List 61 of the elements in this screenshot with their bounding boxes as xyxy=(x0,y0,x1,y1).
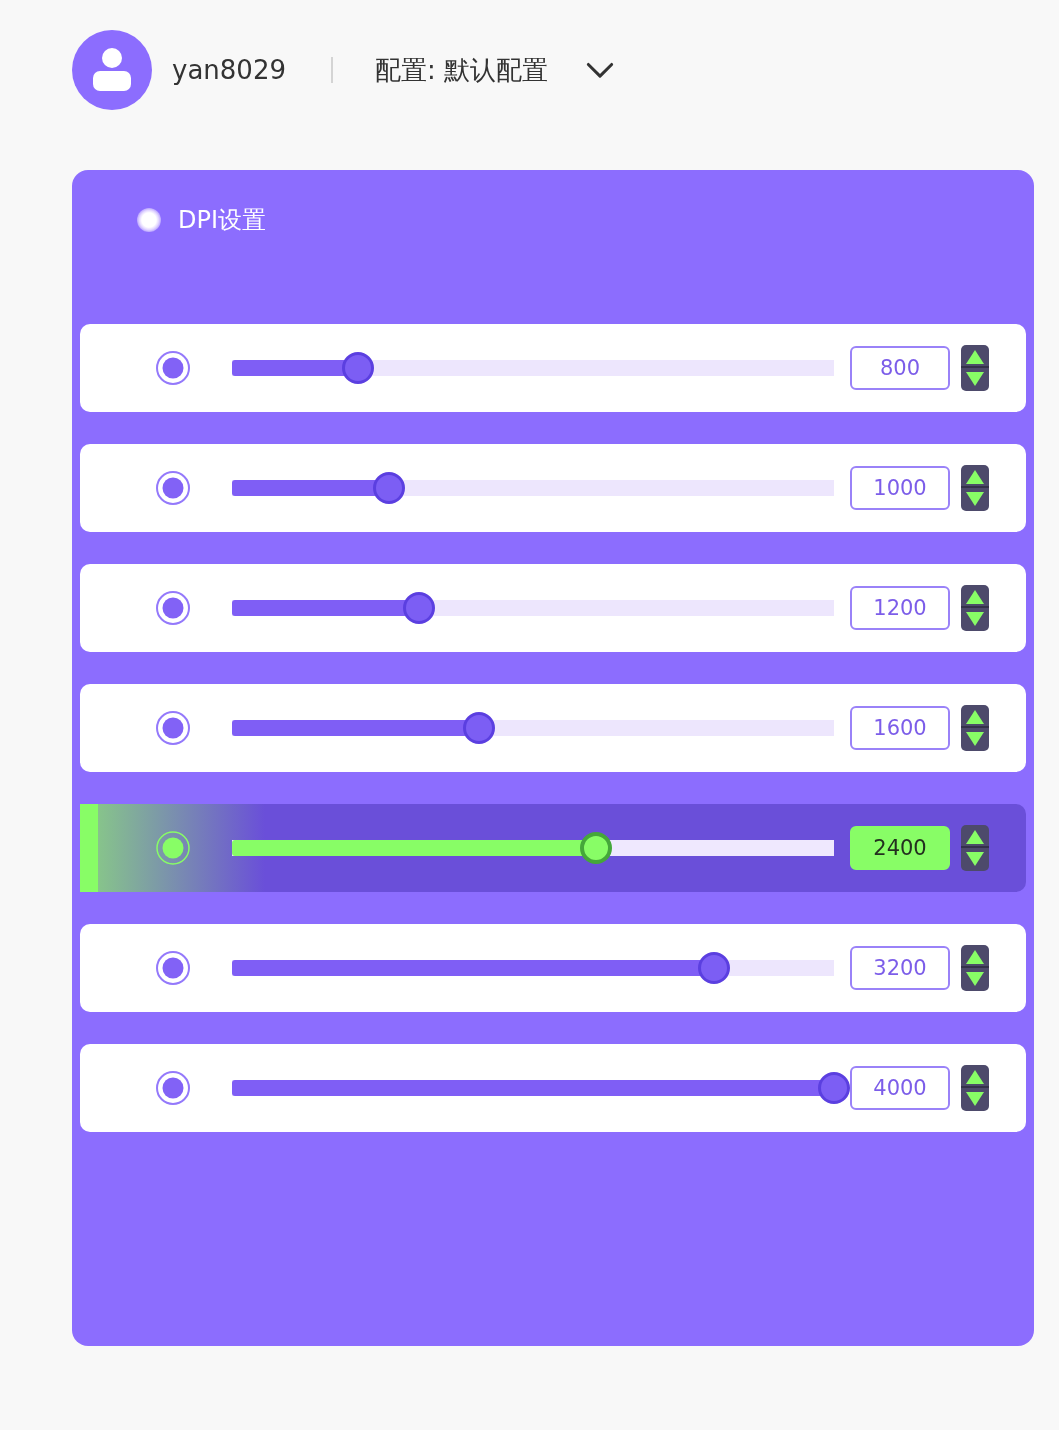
dpi-row[interactable]: 2400 xyxy=(80,804,1026,892)
dpi-input[interactable]: 2400 xyxy=(850,826,950,870)
down-triangle-icon xyxy=(966,851,984,866)
dpi-input[interactable]: 1600 xyxy=(850,706,950,750)
dpi-row[interactable]: 4000 xyxy=(80,1044,1026,1132)
dpi-row[interactable]: 800 xyxy=(80,324,1026,412)
slider-thumb[interactable] xyxy=(342,352,375,384)
increment-button[interactable] xyxy=(961,585,989,608)
dpi-input[interactable]: 1000 xyxy=(850,466,950,510)
increment-button[interactable] xyxy=(961,945,989,968)
decrement-button[interactable] xyxy=(961,608,989,631)
down-triangle-icon xyxy=(966,1091,984,1106)
slider-thumb[interactable] xyxy=(697,952,730,984)
increment-button[interactable] xyxy=(961,345,989,368)
dot-icon xyxy=(137,208,161,232)
radio-button[interactable] xyxy=(156,711,190,745)
up-triangle-icon xyxy=(966,709,984,724)
increment-button[interactable] xyxy=(961,705,989,728)
slider-thumb[interactable] xyxy=(402,592,435,624)
slider-thumb[interactable] xyxy=(580,832,613,864)
radio-button[interactable] xyxy=(156,471,190,505)
down-triangle-icon xyxy=(966,611,984,626)
up-triangle-icon xyxy=(966,469,984,484)
dpi-input[interactable]: 1200 xyxy=(850,586,950,630)
radio-button[interactable] xyxy=(156,351,190,385)
radio-button[interactable] xyxy=(156,591,190,625)
avatar-icon xyxy=(72,30,152,110)
chevron-down-icon xyxy=(586,61,614,79)
dpi-input[interactable]: 800 xyxy=(850,346,950,390)
increment-button[interactable] xyxy=(961,1065,989,1088)
dpi-row[interactable]: 1600 xyxy=(80,684,1026,772)
dpi-row[interactable]: 1000 xyxy=(80,444,1026,532)
down-triangle-icon xyxy=(966,491,984,506)
radio-button[interactable] xyxy=(156,1071,190,1105)
down-triangle-icon xyxy=(966,971,984,986)
dpi-row[interactable]: 1200 xyxy=(80,564,1026,652)
dpi-row[interactable]: 3200 xyxy=(80,924,1026,1012)
radio-button[interactable] xyxy=(156,951,190,985)
down-triangle-icon xyxy=(966,371,984,386)
username: yan8029 xyxy=(172,54,286,87)
down-triangle-icon xyxy=(966,731,984,746)
up-triangle-icon xyxy=(966,1069,984,1084)
decrement-button[interactable] xyxy=(961,1088,989,1111)
up-triangle-icon xyxy=(966,829,984,844)
dpi-input[interactable]: 4000 xyxy=(850,1066,950,1110)
decrement-button[interactable] xyxy=(961,848,989,871)
increment-button[interactable] xyxy=(961,465,989,488)
decrement-button[interactable] xyxy=(961,728,989,751)
decrement-button[interactable] xyxy=(961,368,989,391)
slider-thumb[interactable] xyxy=(818,1072,850,1104)
slider-thumb[interactable] xyxy=(462,712,495,744)
decrement-button[interactable] xyxy=(961,968,989,991)
up-triangle-icon xyxy=(966,349,984,364)
increment-button[interactable] xyxy=(961,825,989,848)
panel-title: DPI设置 xyxy=(178,205,267,235)
slider-thumb[interactable] xyxy=(372,472,405,504)
up-triangle-icon xyxy=(966,949,984,964)
decrement-button[interactable] xyxy=(961,488,989,511)
dpi-input[interactable]: 3200 xyxy=(850,946,950,990)
profile-dropdown[interactable]: 配置: 默认配置 xyxy=(374,53,614,87)
up-triangle-icon xyxy=(966,589,984,604)
